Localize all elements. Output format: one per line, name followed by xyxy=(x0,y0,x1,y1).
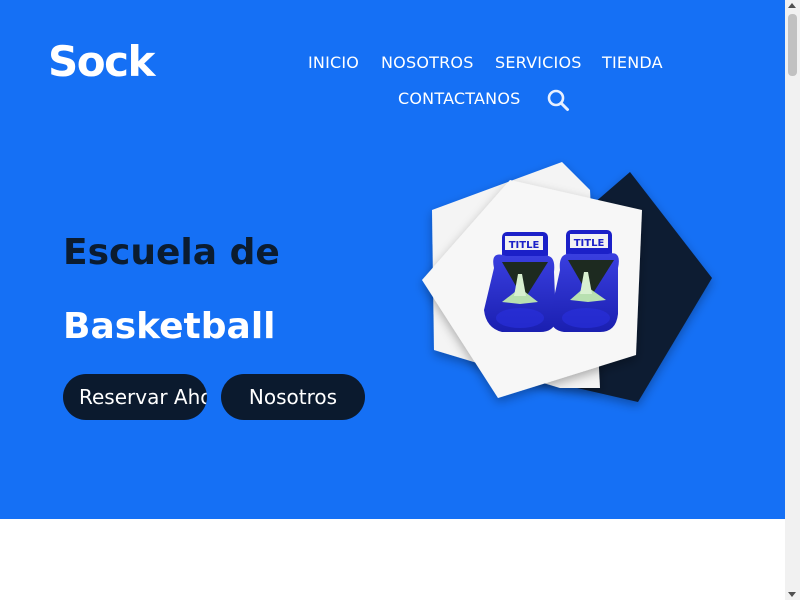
reserve-button[interactable]: Reservar Ahor xyxy=(63,374,207,420)
nav-item-nosotros[interactable]: NOSOTROS xyxy=(381,53,474,73)
hero-artwork: TITLE TITLE xyxy=(422,162,712,402)
svg-text:TITLE: TITLE xyxy=(574,238,605,249)
site-logo[interactable]: Sock xyxy=(48,38,155,86)
hero-section: Sock INICIO NOSOTROS SERVICIOS TIENDA CO… xyxy=(0,0,785,519)
nav-item-contactanos[interactable]: CONTACTANOS xyxy=(398,89,521,109)
scroll-up-icon[interactable] xyxy=(788,3,796,8)
about-button[interactable]: Nosotros xyxy=(221,374,365,420)
scroll-down-icon[interactable] xyxy=(788,592,796,597)
hero-heading-line2: Basketball xyxy=(63,306,276,347)
page: Sock INICIO NOSOTROS SERVICIOS TIENDA CO… xyxy=(0,0,800,600)
search-icon[interactable] xyxy=(546,88,570,112)
svg-text:TITLE: TITLE xyxy=(509,240,540,251)
nav-item-tienda[interactable]: TIENDA xyxy=(602,53,663,73)
hero-heading-line1: Escuela de xyxy=(63,232,280,273)
page-scrollbar[interactable] xyxy=(785,0,800,600)
nav-item-servicios[interactable]: SERVICIOS xyxy=(495,53,582,73)
nav-item-inicio[interactable]: INICIO xyxy=(308,53,359,73)
scrollbar-thumb[interactable] xyxy=(788,14,797,76)
